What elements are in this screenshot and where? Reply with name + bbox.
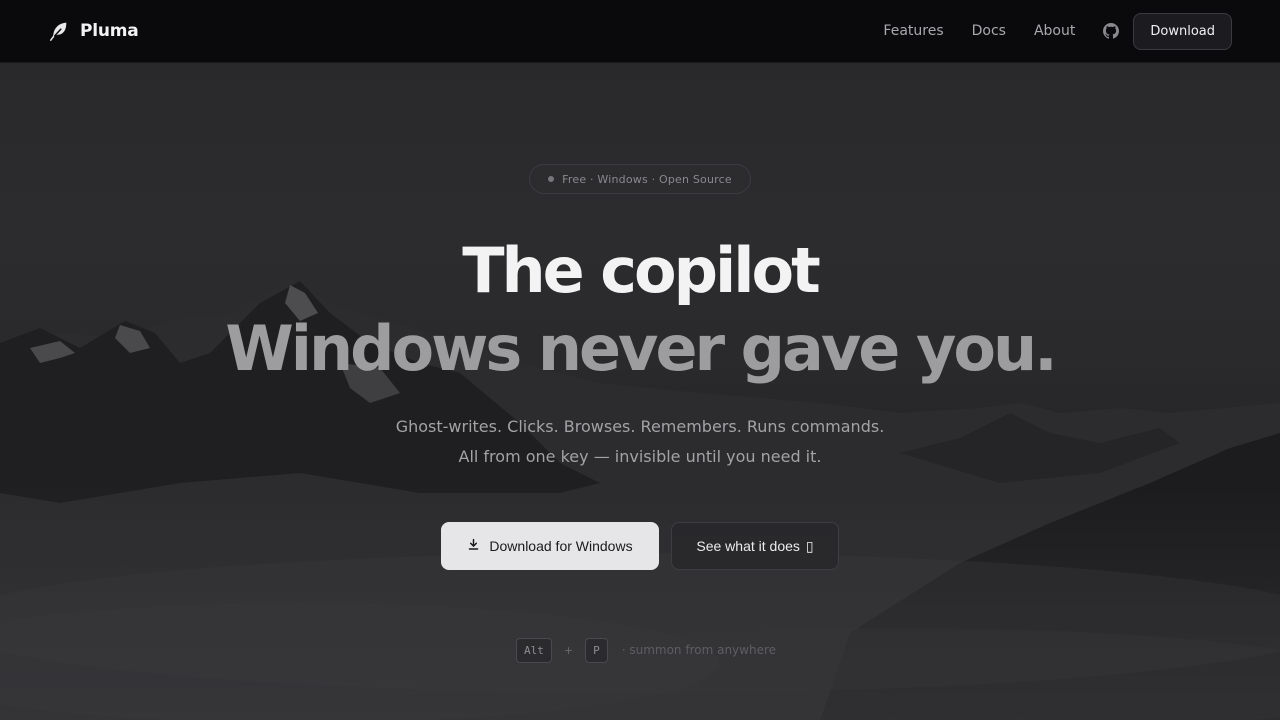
hero-subtitle-line1: Ghost-writes. Clicks. Browses. Remembers… bbox=[395, 417, 885, 436]
nav-link-docs[interactable]: Docs bbox=[972, 23, 1006, 39]
download-for-windows-label: Download for Windows bbox=[489, 538, 633, 554]
nav-link-about[interactable]: About bbox=[1034, 23, 1075, 39]
hero-section: Free · Windows · Open Source The copilot… bbox=[0, 63, 1280, 720]
landing-page: Pluma Features Docs About Download Free … bbox=[0, 0, 1280, 720]
kbd-p: P bbox=[585, 637, 608, 663]
nav-download-button[interactable]: Download bbox=[1133, 12, 1232, 50]
download-for-windows-button[interactable]: Download for Windows bbox=[441, 522, 659, 570]
nav-link-features[interactable]: Features bbox=[883, 23, 943, 39]
keyboard-shortcut-hint: Alt + P · summon from anywhere bbox=[516, 637, 776, 663]
tagline-pill: Free · Windows · Open Source bbox=[529, 164, 751, 194]
top-navbar: Pluma Features Docs About Download bbox=[0, 0, 1280, 63]
github-icon[interactable] bbox=[1103, 23, 1120, 39]
hero-title-line1: The copilot bbox=[462, 234, 821, 307]
see-what-it-does-label: See what it does bbox=[696, 538, 800, 554]
placeholder-glyph-icon: ▯ bbox=[805, 537, 814, 554]
mountain-background bbox=[0, 278, 1280, 720]
status-dot-icon bbox=[548, 176, 555, 182]
summon-caption: · summon from anywhere bbox=[621, 643, 777, 657]
kbd-plus: + bbox=[563, 643, 574, 657]
brand-name: Pluma bbox=[80, 21, 139, 41]
download-icon bbox=[467, 538, 480, 554]
nav-links: Features Docs About Download bbox=[883, 12, 1232, 50]
tagline-text: Free · Windows · Open Source bbox=[562, 172, 732, 186]
kbd-alt: Alt bbox=[516, 637, 552, 663]
brand-logo[interactable]: Pluma bbox=[48, 20, 139, 42]
hero-subtitle-line2: All from one key — invisible until you n… bbox=[458, 447, 822, 466]
hero-title-line2: Windows never gave you. bbox=[225, 312, 1057, 385]
feather-icon bbox=[48, 20, 70, 42]
see-what-it-does-button[interactable]: See what it does ▯ bbox=[671, 522, 839, 570]
